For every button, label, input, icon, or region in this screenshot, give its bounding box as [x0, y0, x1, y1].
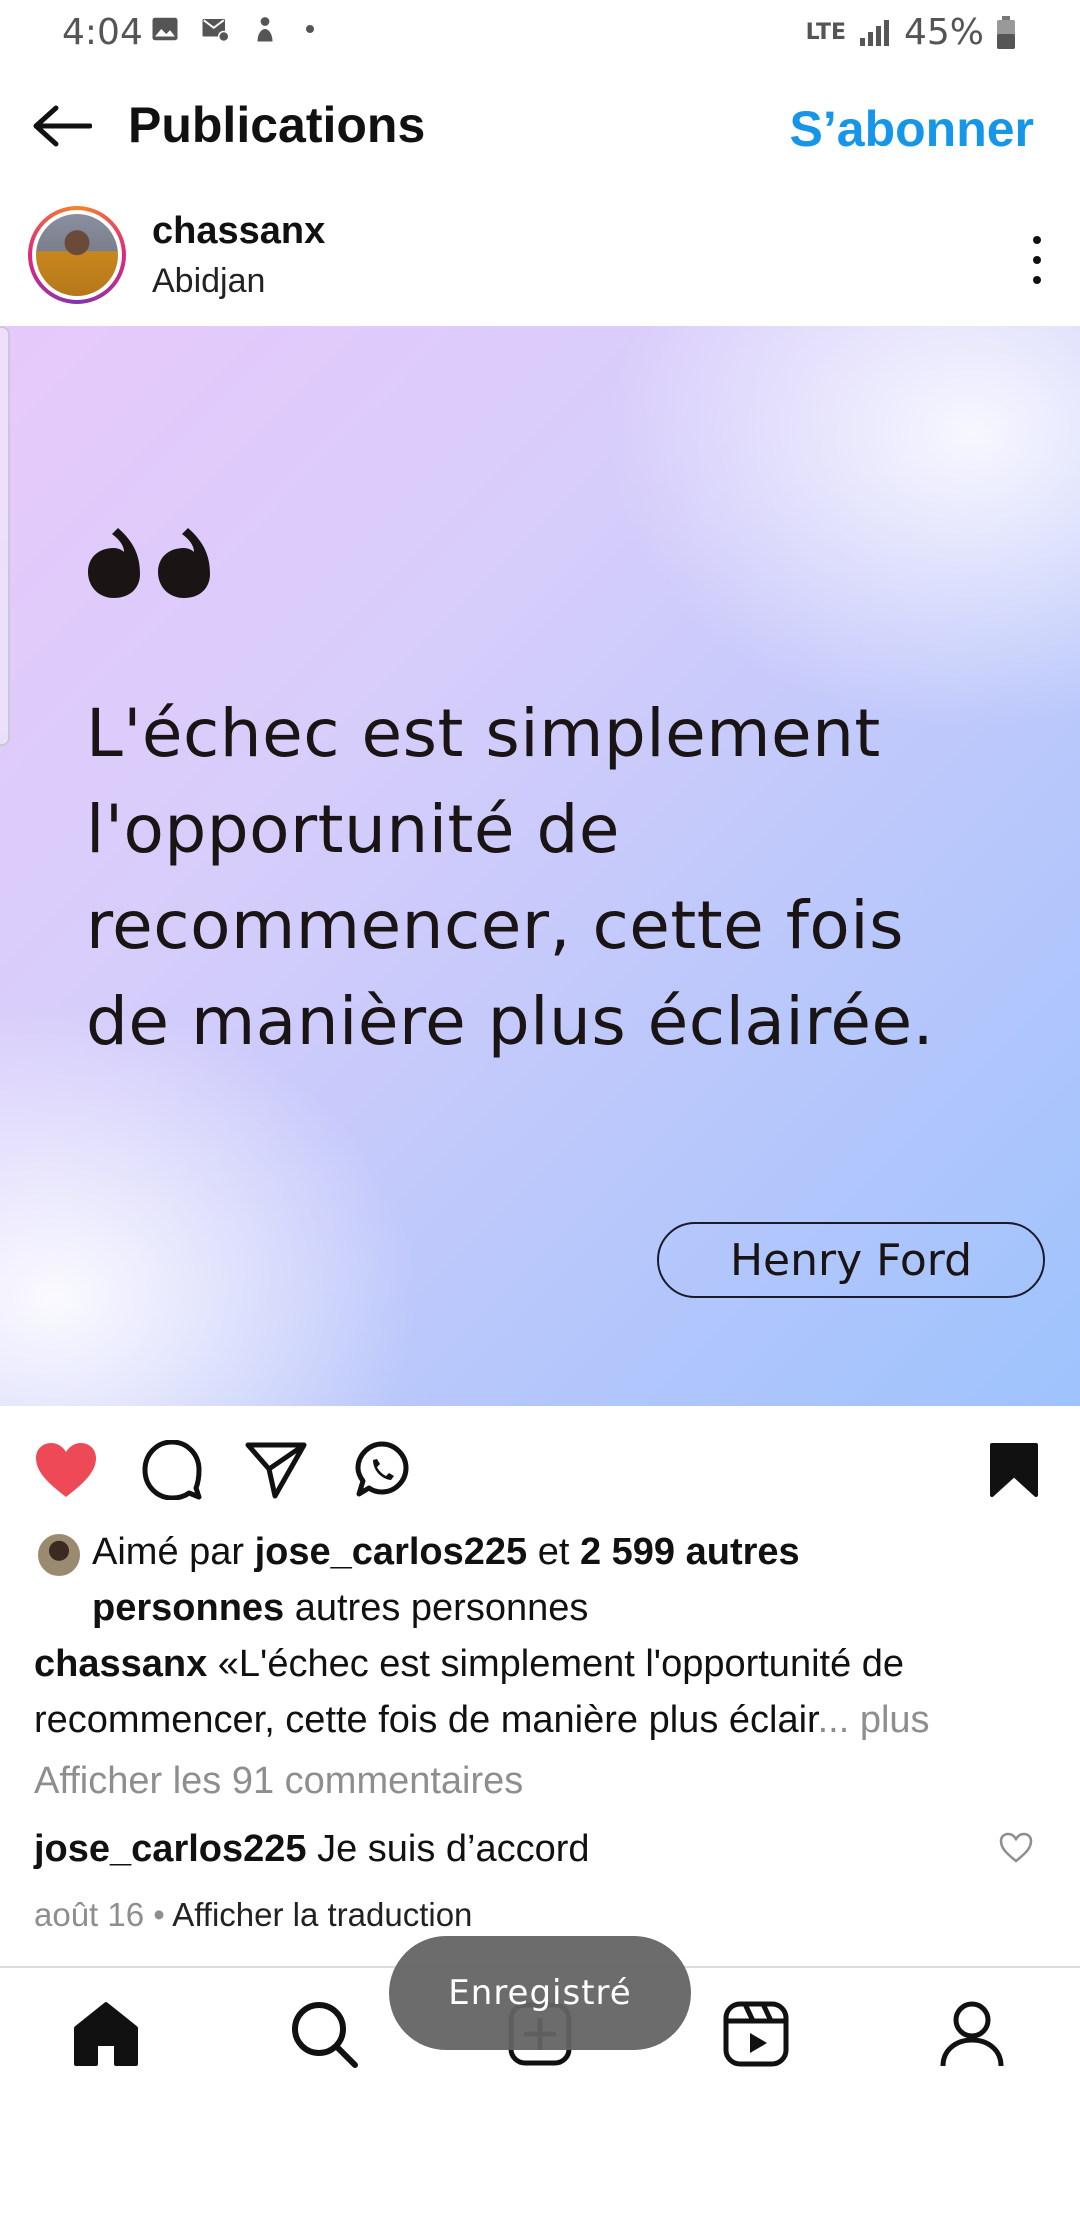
post-header: chassanx Abidjan [0, 190, 1080, 326]
more-dot-icon [1033, 236, 1041, 244]
comment-button[interactable] [138, 1436, 206, 1504]
notification-icons [150, 14, 314, 44]
post-location[interactable]: Abidjan [152, 262, 265, 301]
more-dot-icon [1033, 276, 1041, 284]
top-bar: Publications S’abonner [0, 64, 1080, 190]
avatar [36, 214, 118, 296]
quote-text: L'échec est simplement l'opportunité de … [86, 686, 986, 1070]
comment-meta: août 16 • Afficher la traduction [34, 1896, 472, 1934]
heart-filled-icon [36, 1443, 96, 1497]
arrow-left-icon [33, 105, 92, 147]
comment-username[interactable]: jose_carlos225 [34, 1828, 307, 1870]
story-avatar[interactable] [28, 206, 126, 304]
caption-text-2: recommencer, cette fois de manière plus … [34, 1699, 818, 1741]
app-notification-icon [257, 17, 273, 42]
status-right: LTE 45% [806, 12, 1016, 53]
network-type: LTE [805, 19, 846, 45]
meta-separator: • [144, 1896, 173, 1933]
comment-text: Je suis d’accord [306, 1828, 590, 1870]
comment-date: août 16 [34, 1896, 145, 1933]
likes-count[interactable]: 2 599 autres [580, 1531, 800, 1573]
page-title: Publications [128, 97, 426, 153]
comment: jose_carlos225 Je suis d’accord [34, 1828, 590, 1871]
liker-username[interactable]: jose_carlos225 [255, 1531, 528, 1573]
likes-prefix: Aimé par [92, 1531, 255, 1573]
quote-line: L'échec est simplement [86, 695, 881, 772]
more-options-button[interactable] [1020, 230, 1054, 290]
comment-icon [142, 1440, 202, 1500]
post-username[interactable]: chassanx [152, 210, 325, 253]
home-icon [74, 2002, 138, 2066]
translate-link[interactable]: Afficher la traduction [172, 1896, 472, 1933]
quote-author: Henry Ford [657, 1222, 1045, 1298]
view-comments-link[interactable]: Afficher les 91 commentaires [34, 1760, 523, 1803]
likes-people-rest: autres personnes [284, 1587, 589, 1629]
mail-settings-icon [202, 19, 230, 43]
post-actions [0, 1430, 1080, 1510]
subscribe-button[interactable]: S’abonner [790, 100, 1034, 158]
caption-username[interactable]: chassanx [34, 1643, 207, 1685]
likes-people[interactable]: personnes [92, 1587, 284, 1629]
likes-line-2: personnes autres personnes [92, 1580, 588, 1636]
quote-line: recommencer, cette fois [86, 887, 905, 964]
likes-connector: et [527, 1531, 580, 1573]
nav-profile-button[interactable] [934, 1996, 1010, 2072]
caption-more-link[interactable]: ... plus [818, 1699, 930, 1741]
post-image[interactable]: L'échec est simplement l'opportunité de … [0, 326, 1080, 1406]
quote-line: de manière plus éclairée. [86, 983, 935, 1060]
save-button[interactable] [980, 1436, 1048, 1504]
nav-search-button[interactable] [286, 1996, 362, 2072]
dot-icon [306, 25, 314, 33]
saved-toast: Enregistré [389, 1936, 691, 2050]
battery-percent: 45% [903, 12, 984, 53]
nav-reels-button[interactable] [718, 1996, 794, 2072]
send-icon [245, 1442, 307, 1499]
share-button[interactable] [242, 1436, 310, 1504]
like-button[interactable] [32, 1436, 100, 1504]
whatsapp-icon [355, 1441, 409, 1497]
gallery-icon [152, 17, 178, 41]
more-dot-icon [1033, 256, 1041, 264]
quote-mark-icon [88, 528, 210, 598]
post-caption[interactable]: chassanx «L'échec est simplement l'oppor… [34, 1636, 1044, 1748]
bookmark-filled-icon [990, 1443, 1038, 1497]
edge-panel-handle[interactable] [0, 326, 10, 746]
liker-avatar [36, 1532, 82, 1578]
signal-icon [859, 19, 889, 46]
likes-line: Aimé par jose_carlos225 et 2 599 autres [92, 1524, 800, 1580]
comment-like-icon[interactable] [998, 1830, 1034, 1866]
status-bar: 4:04 LTE 45% [0, 0, 1080, 64]
whatsapp-share-button[interactable] [348, 1436, 416, 1504]
profile-icon [940, 2001, 1004, 2067]
status-time: 4:04 [62, 12, 143, 53]
caption-text: «L'échec est simplement l'opportunité de [207, 1643, 905, 1685]
search-icon [292, 2002, 358, 2068]
reels-icon [723, 2001, 789, 2067]
battery-icon [997, 15, 1015, 49]
quote-line: l'opportunité de [86, 791, 621, 868]
nav-home-button[interactable] [68, 1996, 144, 2072]
back-button[interactable] [30, 94, 94, 158]
